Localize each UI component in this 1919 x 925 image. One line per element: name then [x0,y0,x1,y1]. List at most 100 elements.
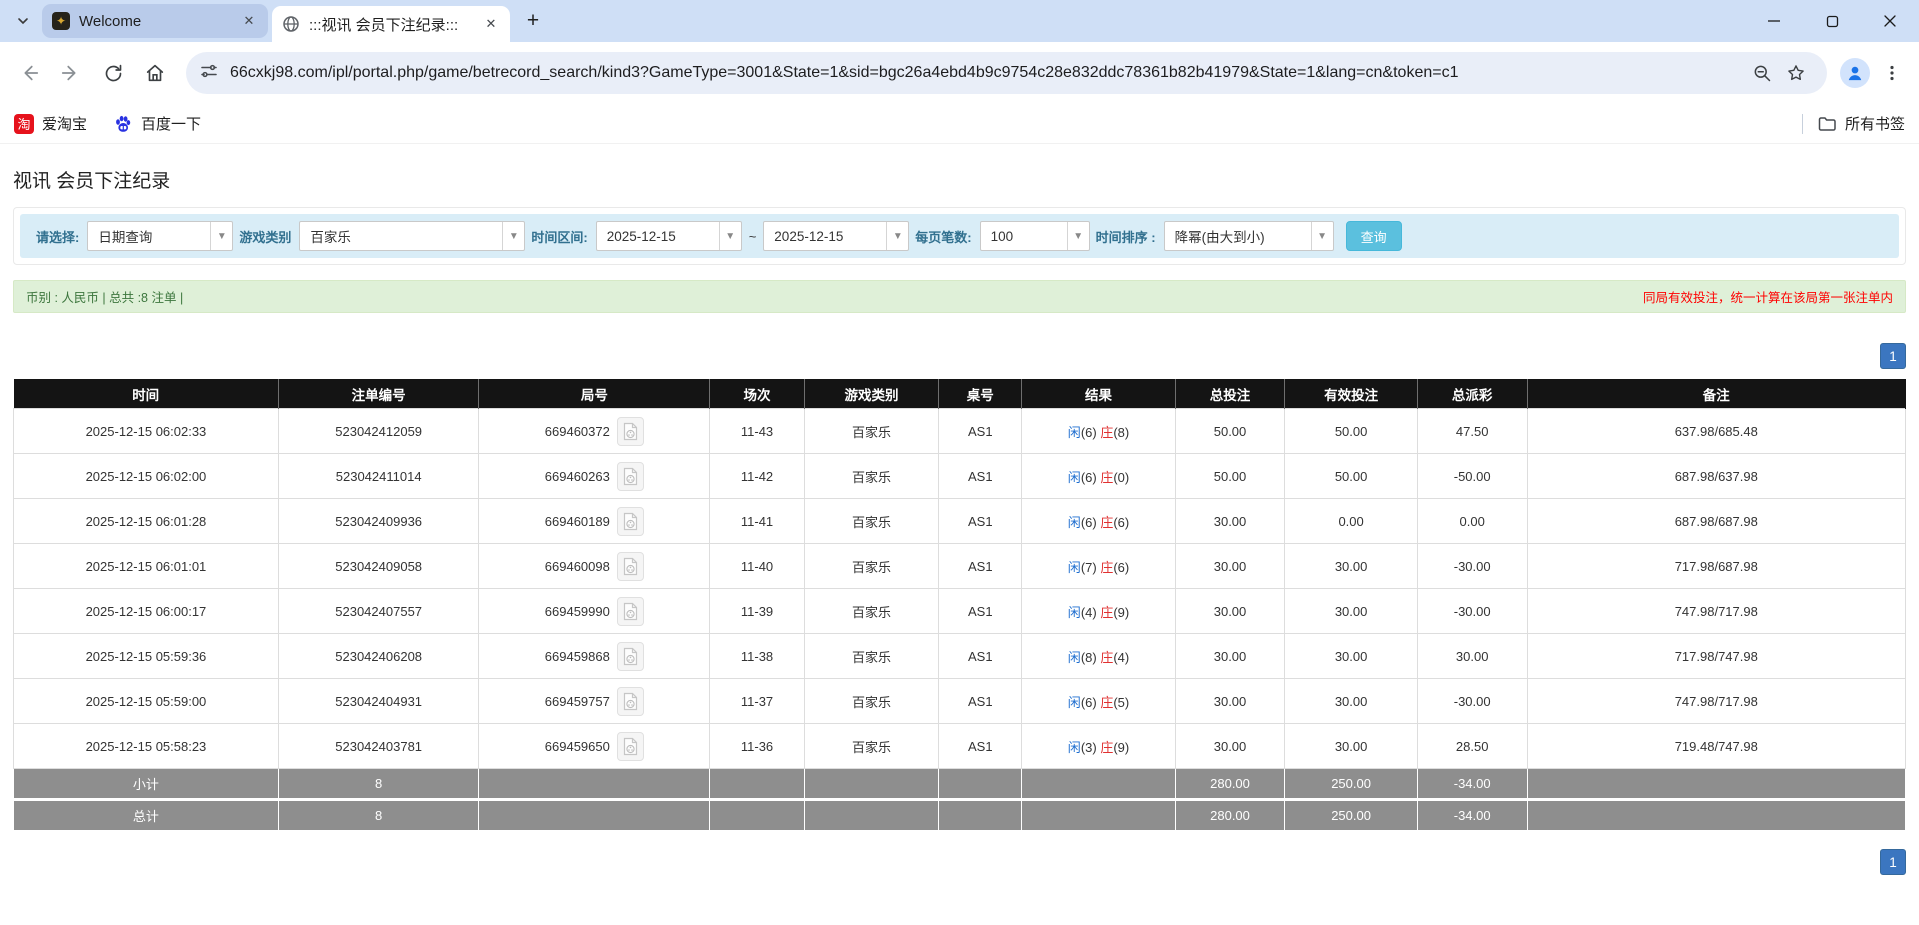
tab-search-chevron-icon[interactable] [8,6,38,36]
cell-table-number: AS1 [939,679,1022,724]
video-replay-icon[interactable] [617,732,644,761]
cell-total-bet[interactable]: 30.00 [1175,499,1285,544]
tab-betrecord[interactable]: :::视讯 会员下注纪录::: ✕ [272,6,510,42]
cell-bet-number: 523042412059 [278,409,479,454]
url-text[interactable]: 66cxkj98.com/ipl/portal.php/game/betreco… [230,64,1735,82]
time-sort-select[interactable]: 降幂(由大到小) ▼ [1164,221,1334,251]
cell-bet-number: 523042411014 [278,454,479,499]
cell-valid-bet: 50.00 [1285,454,1417,499]
grand-total-row: 总计8280.00250.00-34.00 [14,800,1906,831]
chevron-down-icon: ▼ [1067,222,1089,250]
close-tab-icon[interactable]: ✕ [240,12,258,30]
bookmark-aitaobao[interactable]: 淘 爱淘宝 [14,113,87,134]
page-title: 视讯 会员下注纪录 [13,166,1906,193]
cell-game-category: 百家乐 [804,589,938,634]
cell-total-bet[interactable]: 50.00 [1175,409,1285,454]
close-tab-icon[interactable]: ✕ [482,15,500,33]
chevron-down-icon: ▼ [886,222,908,250]
cell-time: 2025-12-15 06:01:28 [14,499,279,544]
cell-total-bet[interactable]: 50.00 [1175,454,1285,499]
footer-total-bet: 280.00 [1175,769,1285,800]
footer-empty-cell [710,800,805,831]
chrome-menu-icon[interactable] [1875,53,1909,93]
cell-session: 11-36 [710,724,805,769]
minimize-button[interactable] [1745,0,1803,42]
maximize-button[interactable] [1803,0,1861,42]
search-button[interactable]: 查询 [1346,221,1402,251]
cell-valid-bet: 30.00 [1285,679,1417,724]
reload-icon[interactable] [94,54,132,92]
video-replay-icon[interactable] [617,597,644,626]
cell-valid-bet: 30.00 [1285,589,1417,634]
cell-round-number: 669460372 [479,409,710,454]
profile-avatar[interactable] [1835,53,1875,93]
video-replay-icon[interactable] [617,552,644,581]
cell-session: 11-41 [710,499,805,544]
cell-bet-number: 523042409058 [278,544,479,589]
home-icon[interactable] [136,54,174,92]
table-row: 2025-12-15 06:02:33523042412059669460372… [14,409,1906,454]
cell-remark: 717.98/687.98 [1527,544,1905,589]
cell-bet-number: 523042406208 [278,634,479,679]
currency-summary: 币别 : 人民币 | 总共 :8 注单 | [26,287,183,306]
address-bar[interactable]: 66cxkj98.com/ipl/portal.php/game/betreco… [186,52,1827,94]
footer-empty-cell [804,800,938,831]
cell-payout: 47.50 [1417,409,1527,454]
page-size-label: 每页笔数: [915,227,971,246]
bookmark-star-icon[interactable] [1779,56,1813,90]
page-number-button[interactable]: 1 [1880,849,1906,875]
chevron-down-icon: ▼ [210,222,232,250]
cell-session: 11-37 [710,679,805,724]
video-replay-icon[interactable] [617,642,644,671]
footer-empty-cell [479,769,710,800]
cell-valid-bet: 30.00 [1285,724,1417,769]
window-controls [1745,0,1919,42]
back-icon[interactable] [10,54,48,92]
forward-icon[interactable] [52,54,90,92]
footer-valid-bet: 250.00 [1285,769,1417,800]
page-size-select[interactable]: 100 ▼ [980,221,1090,251]
date-to-select[interactable]: 2025-12-15 ▼ [763,221,909,251]
close-window-button[interactable] [1861,0,1919,42]
cell-remark: 637.98/685.48 [1527,409,1905,454]
cell-remark: 717.98/747.98 [1527,634,1905,679]
date-range-label: 时间区间: [531,227,587,246]
video-replay-icon[interactable] [617,687,644,716]
cell-total-bet[interactable]: 30.00 [1175,544,1285,589]
bookmark-baidu[interactable]: 百度一下 [113,113,201,134]
site-settings-icon[interactable] [200,62,218,85]
cell-result: 闲(4) 庄(9) [1022,589,1175,634]
cell-time: 2025-12-15 05:59:00 [14,679,279,724]
tab-welcome[interactable]: ✦ Welcome ✕ [42,4,268,38]
status-bar: 币别 : 人民币 | 总共 :8 注单 | 同局有效投注，统一计算在该局第一张注… [13,280,1906,313]
cell-bet-number: 523042409936 [278,499,479,544]
cell-time: 2025-12-15 05:58:23 [14,724,279,769]
game-category-label: 游戏类别 [239,227,291,246]
date-from-select[interactable]: 2025-12-15 ▼ [596,221,742,251]
video-replay-icon[interactable] [617,417,644,446]
subtotal-row: 小计8280.00250.00-34.00 [14,769,1906,800]
cell-payout: 30.00 [1417,634,1527,679]
new-tab-button[interactable]: + [518,6,548,36]
page-number-button[interactable]: 1 [1880,343,1906,369]
cell-time: 2025-12-15 06:02:33 [14,409,279,454]
tab-title: Welcome [79,13,232,30]
query-type-select[interactable]: 日期查询 ▼ [87,221,233,251]
cell-total-bet[interactable]: 30.00 [1175,589,1285,634]
browser-tab-strip: ✦ Welcome ✕ :::视讯 会员下注纪录::: ✕ + [0,0,1919,42]
column-header: 游戏类别 [804,380,938,409]
zoom-icon[interactable] [1745,56,1779,90]
cell-table-number: AS1 [939,634,1022,679]
video-replay-icon[interactable] [617,462,644,491]
video-replay-icon[interactable] [617,507,644,536]
cell-total-bet[interactable]: 30.00 [1175,679,1285,724]
cell-total-bet[interactable]: 30.00 [1175,634,1285,679]
cell-time: 2025-12-15 06:02:00 [14,454,279,499]
all-bookmarks-button[interactable]: 所有书签 [1817,113,1905,134]
cell-payout: -30.00 [1417,589,1527,634]
footer-label: 总计 [14,800,279,831]
notice-text: 同局有效投注，统一计算在该局第一张注单内 [1643,287,1893,306]
cell-total-bet[interactable]: 30.00 [1175,724,1285,769]
game-category-select[interactable]: 百家乐 ▼ [299,221,525,251]
cell-result: 闲(8) 庄(4) [1022,634,1175,679]
